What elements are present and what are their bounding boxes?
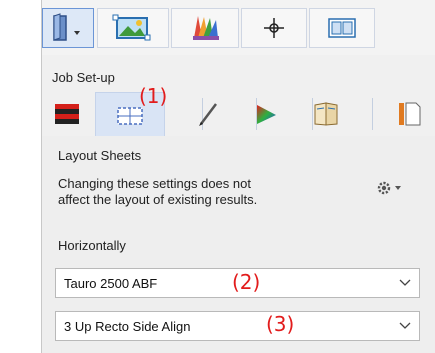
description-line: affect the layout of existing results. — [58, 192, 258, 207]
book-pages-icon — [314, 102, 338, 126]
orientation-label: Horizontally — [58, 238, 126, 253]
chevron-down-icon — [399, 279, 411, 286]
section-label: Job Set-up — [52, 70, 115, 85]
tab-book[interactable] — [296, 92, 356, 136]
description-line: Changing these settings does not — [58, 176, 251, 191]
layout-sheets-panel: Layout Sheets Changing these settings do… — [42, 136, 435, 353]
layout-select-value: 3 Up Recto Side Align — [64, 319, 191, 334]
press-select-value: Tauro 2500 ABF — [64, 276, 158, 291]
annotation-2: (2) — [232, 270, 261, 294]
layout-select[interactable]: 3 Up Recto Side Align — [55, 311, 420, 341]
settings-menu-button[interactable] — [375, 179, 405, 197]
layout-panel-button[interactable] — [309, 8, 375, 48]
crosshair-button[interactable] — [241, 8, 307, 48]
gear-dropdown-icon — [377, 181, 401, 195]
tab-color[interactable] — [238, 92, 294, 136]
layout-panel-icon — [328, 18, 356, 38]
image-frame-button[interactable] — [97, 8, 169, 48]
pen-icon — [199, 103, 217, 126]
main-toolbar — [42, 0, 435, 55]
chevron-down-icon — [399, 322, 411, 329]
document-icon — [399, 102, 421, 126]
color-swatch-icon — [193, 16, 219, 40]
crosshair-icon — [264, 18, 284, 38]
book-dropdown-button[interactable] — [42, 8, 94, 48]
tab-paper-stock[interactable] — [42, 92, 92, 136]
color-swatch-button[interactable] — [171, 8, 239, 48]
job-setup-tabs — [42, 92, 435, 136]
panel-title: Layout Sheets — [58, 148, 142, 163]
annotation-3: (3) — [266, 312, 295, 336]
tab-document[interactable] — [382, 92, 435, 136]
job-setup-window: Job Set-up (1) Layout Sheets Changing th… — [41, 0, 435, 353]
book-dropdown-icon — [53, 13, 80, 41]
annotation-1: (1) — [139, 84, 168, 108]
image-frame-icon — [112, 14, 151, 41]
paper-stack-icon — [55, 104, 79, 124]
tab-pen[interactable] — [180, 92, 236, 136]
panel-description: Changing these settings does not affect … — [58, 176, 348, 208]
color-triangle-icon — [257, 105, 276, 124]
tab-separator — [372, 98, 373, 130]
